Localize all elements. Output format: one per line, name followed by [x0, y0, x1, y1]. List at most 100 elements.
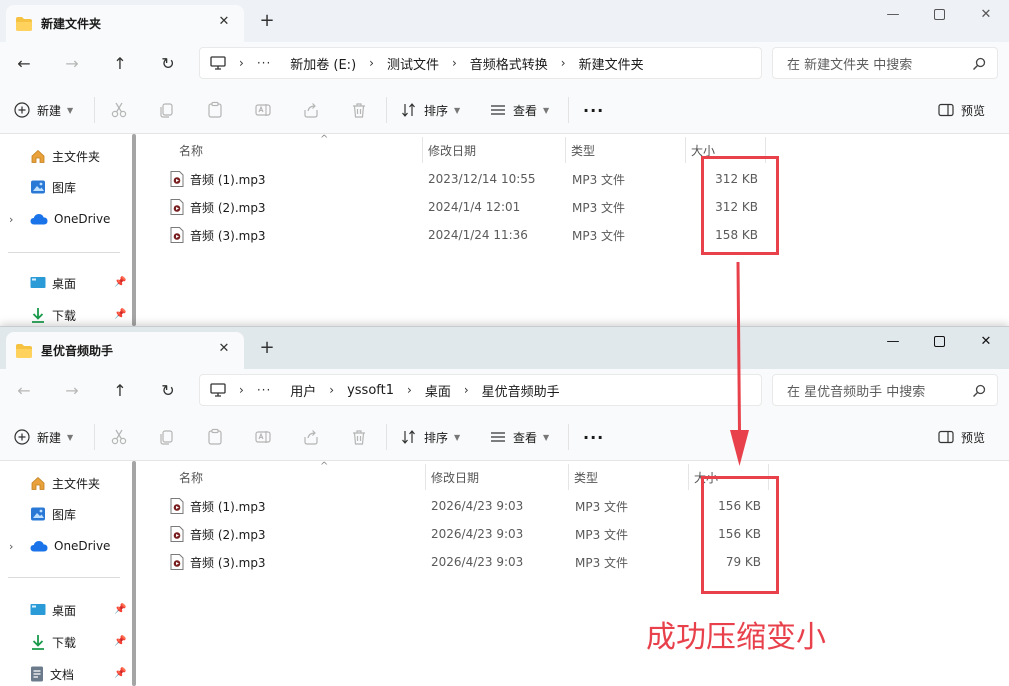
column-header-name[interactable]: 名称 ^ [173, 461, 426, 490]
rename-button[interactable] [254, 426, 272, 448]
up-button[interactable]: ↑ [108, 379, 132, 401]
chevron-right-icon[interactable]: › [9, 540, 13, 553]
tab-new-folder[interactable]: 新建文件夹 ✕ [6, 5, 244, 42]
sidebar-item-home[interactable]: 主文件夹 [30, 145, 100, 167]
delete-button[interactable] [350, 99, 368, 121]
chevron-right-icon: › [369, 56, 374, 70]
minimize-button[interactable]: — [870, 331, 916, 351]
sidebar-item-documents[interactable]: 文档 [30, 663, 74, 685]
tab-close-icon[interactable]: ✕ [216, 341, 232, 357]
minimize-button[interactable]: — [870, 4, 916, 24]
breadcrumb-item[interactable]: 新加卷 (E:) [290, 54, 356, 73]
tab-audio-assistant[interactable]: 星优音频助手 ✕ [6, 332, 244, 369]
scrollbar[interactable] [132, 461, 136, 686]
copy-button[interactable] [158, 426, 176, 448]
view-button[interactable]: 查看 ▼ [490, 99, 549, 121]
sidebar-item-onedrive[interactable]: OneDrive [30, 535, 110, 557]
delete-button[interactable] [350, 426, 368, 448]
preview-button[interactable]: 预览 [938, 426, 985, 448]
rename-button[interactable] [254, 99, 272, 121]
column-header-modified[interactable]: 修改日期 [425, 464, 569, 490]
tab-close-icon[interactable]: ✕ [216, 14, 232, 30]
list-view-icon [491, 432, 505, 442]
more-crumbs-icon[interactable]: ··· [257, 56, 271, 70]
pin-icon[interactable]: 📌 [114, 636, 126, 647]
command-bar: 新建 ▼ 排序 ▼ 查看 ▼ ··· 预览 [0, 411, 1009, 461]
address-bar[interactable]: › ··· 新加卷 (E:) › 测试文件 › 音频格式转换 › 新建文件夹 [199, 47, 762, 79]
sidebar-item-downloads[interactable]: 下载 [30, 631, 76, 653]
sidebar-item-downloads[interactable]: 下载 [30, 304, 76, 326]
chevron-right-icon[interactable]: › [9, 213, 13, 226]
sort-icon [402, 430, 415, 444]
chevron-right-icon: › [239, 56, 244, 70]
pin-icon[interactable]: 📌 [114, 668, 126, 679]
breadcrumb-item[interactable]: 星优音频助手 [482, 381, 560, 400]
forward-button[interactable]: → [60, 52, 84, 74]
share-button[interactable] [302, 426, 320, 448]
cut-button[interactable] [110, 426, 128, 448]
breadcrumb-item[interactable]: 音频格式转换 [470, 54, 548, 73]
table-row[interactable]: 音频 (1).mp3 2026/4/23 9:03 MP3 文件 156 KB [166, 493, 766, 519]
scrollbar[interactable] [132, 134, 136, 326]
rename-icon [255, 104, 271, 116]
new-tab-button[interactable]: + [258, 12, 276, 30]
sidebar-item-desktop[interactable]: 桌面 [30, 272, 76, 294]
close-button[interactable]: ✕ [963, 331, 1009, 351]
refresh-button[interactable]: ↻ [156, 379, 180, 401]
sort-button[interactable]: 排序 ▼ [401, 426, 460, 448]
sidebar-item-gallery[interactable]: 图库 [30, 503, 76, 525]
more-crumbs-icon[interactable]: ··· [257, 383, 271, 397]
more-options-button[interactable]: ··· [583, 99, 604, 121]
table-row[interactable]: 音频 (2).mp3 2026/4/23 9:03 MP3 文件 156 KB [166, 521, 766, 547]
breadcrumb-item[interactable]: yssoft1 [347, 383, 394, 398]
new-button[interactable]: 新建 ▼ [14, 426, 73, 448]
pin-icon[interactable]: 📌 [114, 604, 126, 615]
chevron-right-icon: › [560, 56, 566, 70]
sort-button[interactable]: 排序 ▼ [401, 99, 460, 121]
new-tab-button[interactable]: + [258, 339, 276, 357]
column-header-type[interactable]: 类型 [565, 137, 686, 163]
preview-button[interactable]: 预览 [938, 99, 985, 121]
table-row[interactable]: 音频 (2).mp3 2024/1/4 12:01 MP3 文件 312 KB [166, 194, 766, 220]
new-button[interactable]: 新建 ▼ [14, 99, 73, 121]
back-button[interactable]: ← [12, 379, 36, 401]
plus-circle-icon [14, 429, 30, 445]
search-input[interactable]: 在 新建文件夹 中搜索 [772, 47, 998, 79]
column-header-modified[interactable]: 修改日期 [422, 137, 566, 163]
up-button[interactable]: ↑ [108, 52, 132, 74]
copy-button[interactable] [158, 99, 176, 121]
sidebar-item-gallery[interactable]: 图库 [30, 176, 76, 198]
more-options-button[interactable]: ··· [583, 426, 604, 448]
forward-button[interactable]: → [60, 379, 84, 401]
sort-ascending-icon: ^ [320, 134, 329, 145]
sidebar-item-desktop[interactable]: 桌面 [30, 599, 76, 621]
sidebar-item-onedrive[interactable]: OneDrive [30, 208, 110, 230]
column-header-name[interactable]: 名称 ^ [173, 134, 423, 163]
breadcrumb-item[interactable]: 桌面 [425, 381, 451, 400]
paste-button[interactable] [206, 426, 224, 448]
breadcrumb-item[interactable]: 用户 [290, 381, 316, 400]
breadcrumb-item[interactable]: 测试文件 [387, 54, 439, 73]
pin-icon[interactable]: 📌 [114, 309, 126, 320]
share-button[interactable] [302, 99, 320, 121]
search-input[interactable]: 在 星优音频助手 中搜索 [772, 374, 998, 406]
sidebar-item-home[interactable]: 主文件夹 [30, 472, 100, 494]
rename-icon [255, 431, 271, 443]
table-row[interactable]: 音频 (3).mp3 2026/4/23 9:03 MP3 文件 79 KB [166, 549, 766, 575]
paste-button[interactable] [206, 99, 224, 121]
cut-button[interactable] [110, 99, 128, 121]
table-row[interactable]: 音频 (1).mp3 2023/12/14 10:55 MP3 文件 312 K… [166, 166, 766, 192]
close-button[interactable]: ✕ [963, 4, 1009, 24]
refresh-button[interactable]: ↻ [156, 52, 180, 74]
audio-file-icon [170, 526, 184, 542]
breadcrumb-item[interactable]: 新建文件夹 [579, 54, 644, 73]
maximize-button[interactable] [916, 331, 962, 351]
back-button[interactable]: ← [12, 52, 36, 74]
maximize-button[interactable] [916, 4, 962, 24]
column-header-type[interactable]: 类型 [568, 464, 689, 490]
pin-icon[interactable]: 📌 [114, 277, 126, 288]
view-button[interactable]: 查看 ▼ [490, 426, 549, 448]
table-row[interactable]: 音频 (3).mp3 2024/1/24 11:36 MP3 文件 158 KB [166, 222, 766, 248]
address-bar[interactable]: › ··· 用户 › yssoft1 › 桌面 › 星优音频助手 [199, 374, 762, 406]
title-bar: 星优音频助手 ✕ + — ✕ [0, 327, 1009, 369]
